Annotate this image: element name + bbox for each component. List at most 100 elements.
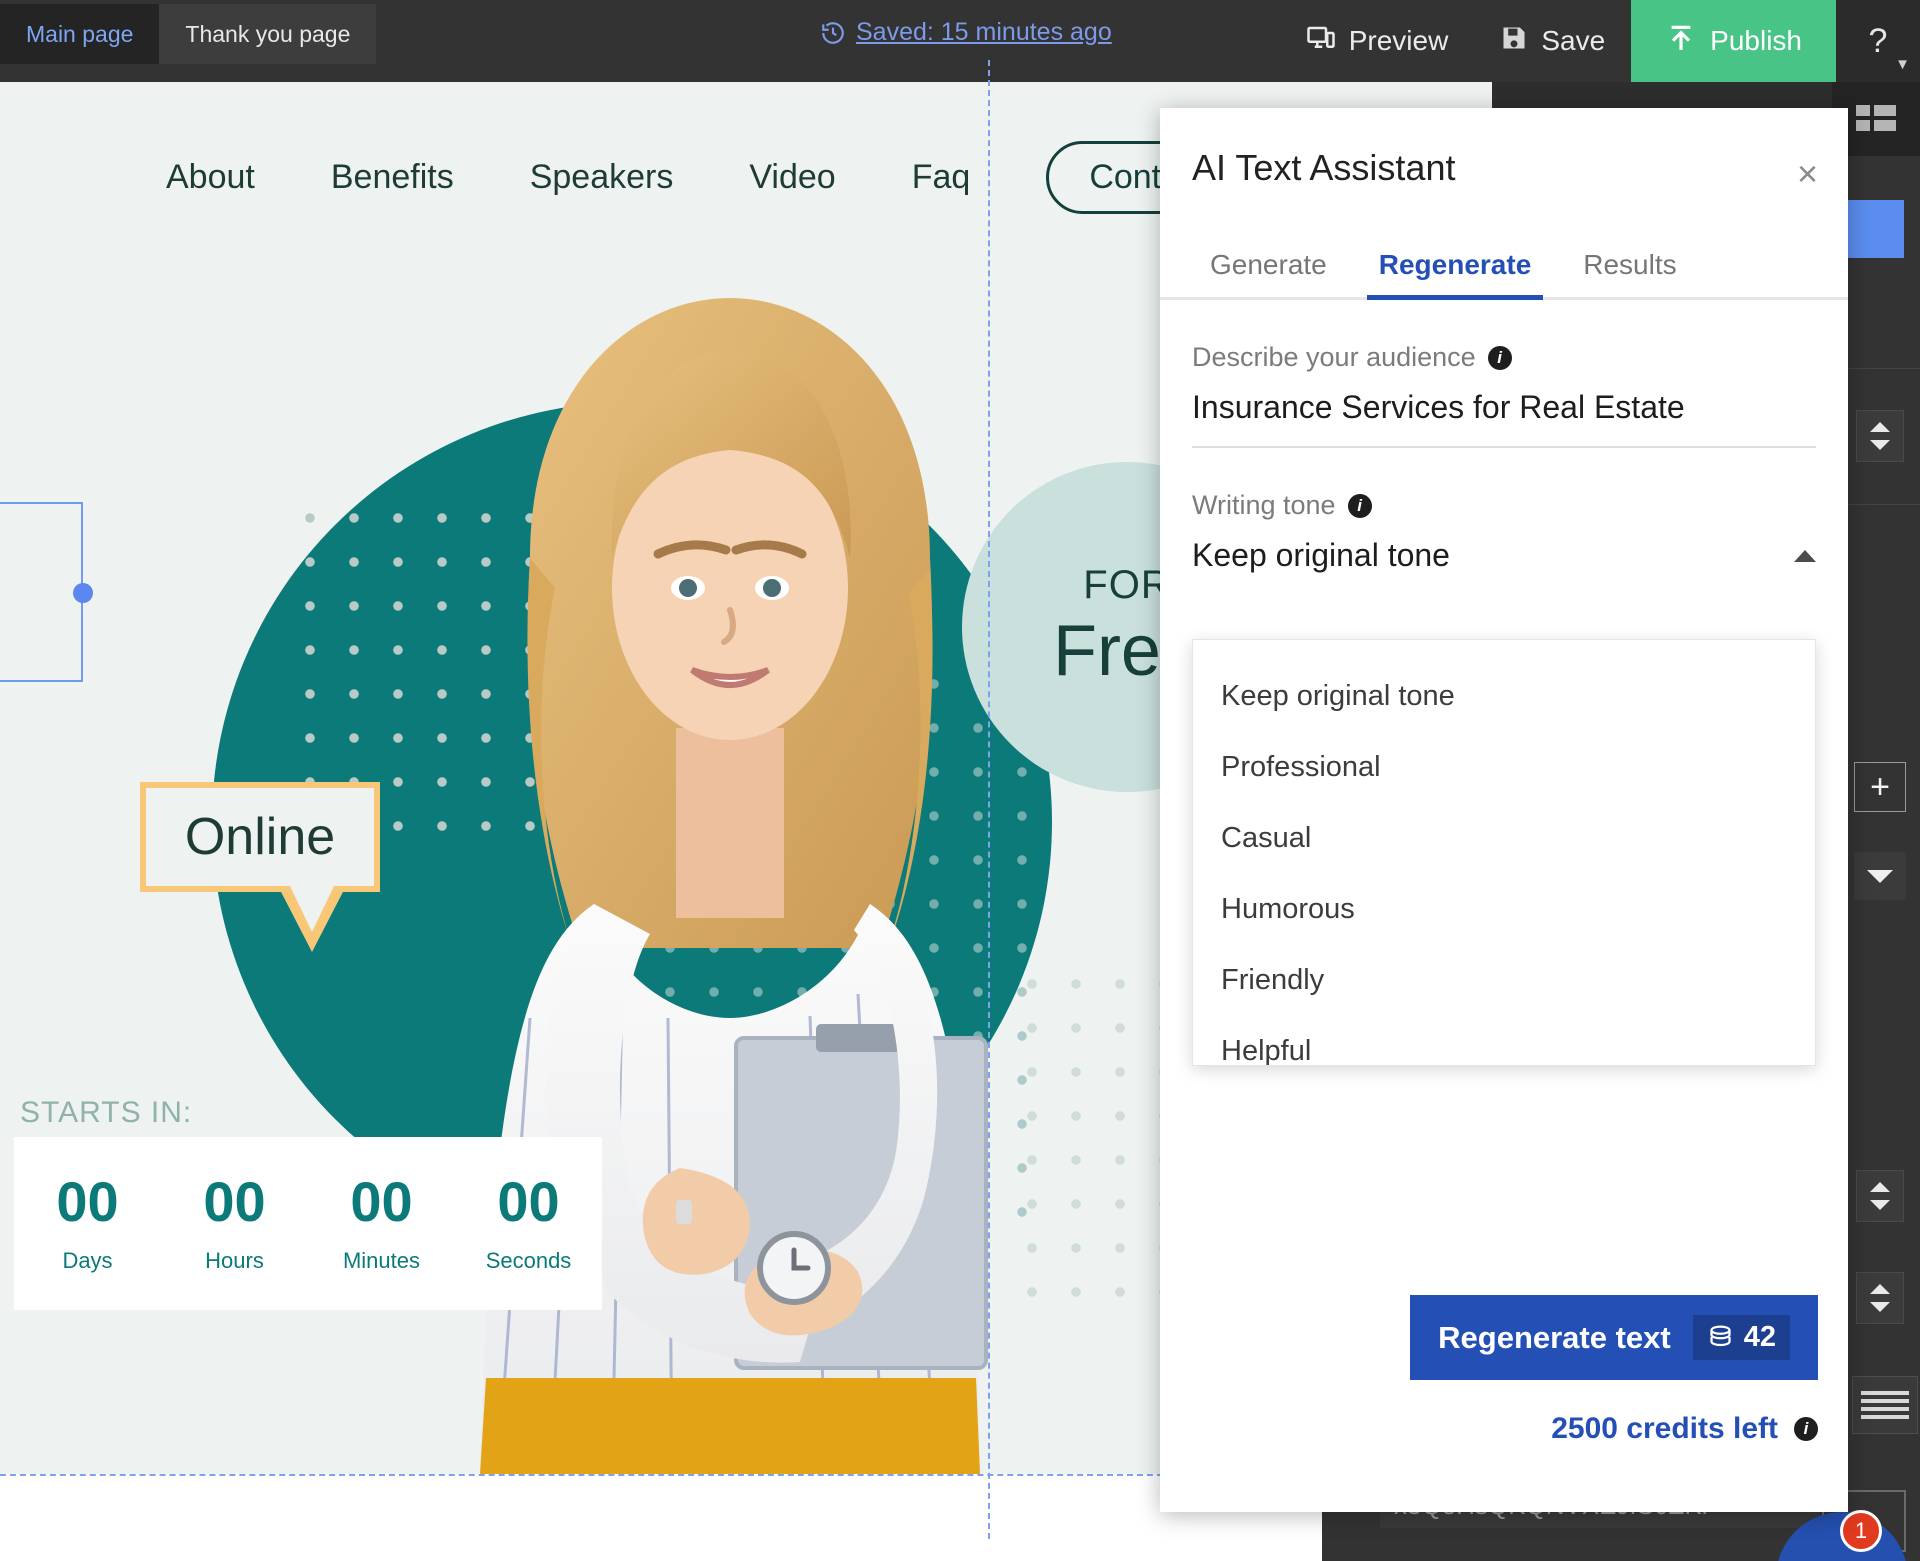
online-bubble-label: Online (185, 807, 335, 867)
numeric-stepper-3[interactable] (1856, 1272, 1904, 1324)
countdown-cell-hours: 00 Hours (161, 1174, 308, 1274)
info-icon[interactable]: i (1348, 494, 1372, 518)
nav-item-faq[interactable]: Faq (912, 158, 971, 197)
add-element-button[interactable]: + (1854, 762, 1906, 812)
chevron-down-icon (1867, 870, 1893, 883)
save-button[interactable]: Save (1474, 0, 1631, 82)
credits-left-label: 2500 credits left (1551, 1412, 1778, 1446)
tone-select[interactable]: Keep original tone (1192, 537, 1816, 594)
chevron-up-icon (1794, 550, 1816, 562)
align-line (1861, 1407, 1909, 1411)
ai-text-assistant-panel: AI Text Assistant × Generate Regenerate … (1160, 108, 1848, 1512)
countdown-value-hours: 00 (161, 1174, 308, 1230)
credits-left[interactable]: 2500 credits left i (1551, 1412, 1818, 1446)
align-line (1861, 1399, 1909, 1403)
countdown-value-minutes: 00 (308, 1174, 455, 1230)
page-tab-thank-you[interactable]: Thank you page (159, 4, 376, 64)
countdown-label-minutes: Minutes (308, 1248, 455, 1274)
credit-cost-chip: 42 (1693, 1315, 1790, 1360)
countdown-label-hours: Hours (161, 1248, 308, 1274)
preview-label: Preview (1349, 25, 1449, 57)
audience-label-row: Describe your audience i (1192, 342, 1816, 373)
nav-item-speakers[interactable]: Speakers (530, 158, 674, 197)
starts-in-label: STARTS IN: (20, 1096, 192, 1130)
countdown-value-days: 00 (14, 1174, 161, 1230)
tab-generate[interactable]: Generate (1184, 249, 1353, 297)
save-label: Save (1541, 25, 1605, 57)
align-line (1861, 1415, 1909, 1419)
stepper-down-icon (1870, 1200, 1890, 1210)
credit-cost-value: 42 (1744, 1321, 1776, 1354)
nav-item-video[interactable]: Video (749, 158, 835, 197)
stepper-up-icon (1870, 1182, 1890, 1192)
history-clock-icon (820, 20, 846, 46)
ai-panel-tabs: Generate Regenerate Results (1160, 228, 1848, 300)
tone-field: Writing tone i Keep original tone (1160, 448, 1848, 594)
audience-input[interactable]: Insurance Services for Real Estate (1192, 389, 1816, 448)
align-line (1861, 1391, 1909, 1395)
countdown-cell-seconds: 00 Seconds (455, 1174, 602, 1274)
floppy-disk-icon (1500, 24, 1528, 59)
countdown-label-seconds: Seconds (455, 1248, 602, 1274)
countdown-timer: 00 Days 00 Hours 00 Minutes 00 Seconds (14, 1137, 602, 1310)
nav-item-benefits[interactable]: Benefits (331, 158, 454, 197)
help-question-icon: ? (1869, 22, 1888, 61)
editor-topbar: Main page Thank you page Saved: 15 minut… (0, 0, 1920, 82)
numeric-stepper-1[interactable] (1856, 410, 1904, 462)
ai-panel-title: AI Text Assistant (1192, 147, 1455, 189)
selection-outline (0, 502, 83, 682)
rail-dropdown-button[interactable] (1854, 852, 1906, 900)
ai-panel-header: AI Text Assistant × (1160, 108, 1848, 228)
stepper-up-icon (1870, 422, 1890, 432)
stepper-down-icon (1870, 1302, 1890, 1312)
numeric-stepper-2[interactable] (1856, 1170, 1904, 1222)
preview-button[interactable]: Preview (1280, 0, 1475, 82)
audience-label: Describe your audience (1192, 342, 1476, 373)
selection-resize-handle[interactable] (73, 583, 93, 603)
grid-layout-icon (1856, 105, 1896, 133)
close-icon[interactable]: × (1797, 156, 1818, 192)
tone-option-professional[interactable]: Professional (1193, 743, 1815, 791)
topbar-actions: Preview Save Publish (1280, 0, 1836, 82)
coins-icon (1707, 1324, 1734, 1351)
tone-option-keep-original-tone[interactable]: Keep original tone (1193, 672, 1815, 720)
page-tab-list: Main page Thank you page (0, 4, 376, 64)
tab-regenerate[interactable]: Regenerate (1353, 249, 1558, 297)
page-tab-main[interactable]: Main page (0, 4, 159, 64)
text-align-button[interactable] (1852, 1376, 1918, 1434)
stepper-down-icon (1870, 440, 1890, 450)
tone-selected-value: Keep original tone (1192, 537, 1450, 574)
canvas-guide-vertical (988, 60, 990, 1539)
saved-status[interactable]: Saved: 15 minutes ago (820, 18, 1112, 47)
publish-button[interactable]: Publish (1631, 0, 1836, 82)
tone-option-friendly[interactable]: Friendly (1193, 956, 1815, 1004)
audience-field: Describe your audience i Insurance Servi… (1160, 300, 1848, 448)
tone-option-helpful[interactable]: Helpful (1193, 1027, 1815, 1066)
free-badge-small: FOR (1083, 563, 1170, 608)
help-button[interactable]: ? ▼ (1836, 0, 1920, 82)
publish-label: Publish (1710, 25, 1802, 57)
tone-label: Writing tone (1192, 490, 1336, 521)
info-icon[interactable]: i (1488, 346, 1512, 370)
stepper-up-icon (1870, 1284, 1890, 1294)
regenerate-text-button[interactable]: Regenerate text 42 (1410, 1295, 1818, 1380)
tone-option-humorous[interactable]: Humorous (1193, 885, 1815, 933)
monitor-icon (1306, 23, 1336, 60)
bubble-tail (278, 886, 346, 952)
editor-root: Main page Thank you page Saved: 15 minut… (0, 0, 1920, 1561)
nav-item-about[interactable]: About (166, 158, 255, 197)
tab-results[interactable]: Results (1557, 249, 1702, 297)
countdown-value-seconds: 00 (455, 1174, 602, 1230)
countdown-cell-days: 00 Days (14, 1174, 161, 1274)
saved-status-label: Saved: 15 minutes ago (856, 18, 1112, 47)
regenerate-text-label: Regenerate text (1438, 1320, 1671, 1356)
upload-icon (1665, 22, 1697, 61)
countdown-label-days: Days (14, 1248, 161, 1274)
tone-dropdown-menu: Keep original tone Professional Casual H… (1192, 639, 1816, 1066)
online-bubble[interactable]: Online (140, 782, 380, 892)
tone-option-casual[interactable]: Casual (1193, 814, 1815, 862)
chevron-down-icon: ▼ (1895, 56, 1910, 73)
notification-badge: 1 (1840, 1510, 1882, 1552)
tone-label-row: Writing tone i (1192, 490, 1816, 521)
info-icon[interactable]: i (1794, 1417, 1818, 1441)
